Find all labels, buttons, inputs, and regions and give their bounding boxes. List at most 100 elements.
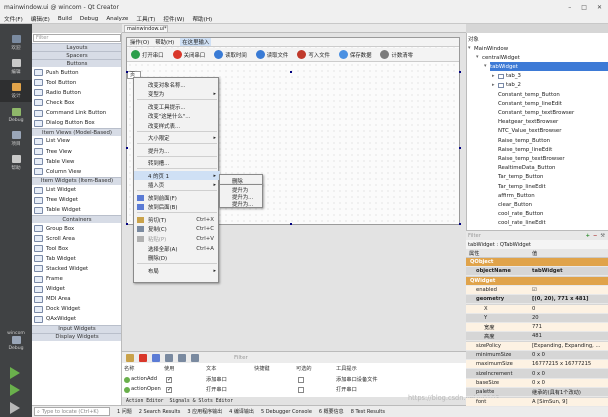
property-row[interactable]: minimumSize 0 x 0 <box>466 351 608 360</box>
selection-handle[interactable] <box>459 223 461 225</box>
tree-toggle-icon[interactable]: ▸ <box>492 73 495 79</box>
property-value[interactable]: 0 x 0 <box>532 352 545 358</box>
widget-item[interactable]: Dock Widget <box>32 304 121 314</box>
property-value[interactable]: 481 <box>532 333 542 339</box>
output-pane-button[interactable]: 4 编译输出 <box>229 408 254 415</box>
action-filter-input[interactable]: Filter <box>234 355 248 361</box>
context-menu-item[interactable]: 大小限定 ▸ <box>134 134 220 143</box>
widget-item[interactable]: Group Box <box>32 224 121 234</box>
menu-item[interactable]: 工具(T) <box>136 15 155 23</box>
object-tree-item[interactable]: cool_rate_lineEdit <box>498 219 546 228</box>
mode-3[interactable]: Debug <box>0 104 32 126</box>
property-value[interactable]: [(0, 20), 771 x 481] <box>532 296 588 302</box>
object-tree-item[interactable]: clear_Button <box>498 200 532 209</box>
action-tool-icon[interactable] <box>178 353 186 362</box>
widget-item[interactable]: List View <box>32 136 121 146</box>
menu-item[interactable]: Build <box>58 16 72 22</box>
widget-item[interactable]: Table Widget <box>32 205 121 215</box>
property-filter-input[interactable]: Filter <box>468 233 481 239</box>
object-tree-item[interactable]: tabWidget <box>490 62 608 72</box>
widget-item[interactable]: Push Button <box>32 68 121 78</box>
action-name[interactable]: actionAdd <box>131 376 157 382</box>
widget-item[interactable]: Tab Widget <box>32 254 121 264</box>
property-row[interactable]: geometry [(0, 20), 771 x 481] <box>466 295 608 305</box>
context-menu-item[interactable]: 插入页 ▸ <box>134 181 220 190</box>
widget-item[interactable]: Tree View <box>32 147 121 157</box>
selection-handle[interactable] <box>290 223 292 225</box>
output-pane-button[interactable]: 3 应用程序输出 <box>187 408 222 415</box>
object-tree-item[interactable]: centralWidget <box>482 53 520 62</box>
menu-item[interactable]: Analyze <box>106 16 128 22</box>
widget-category[interactable]: Buttons <box>32 59 121 68</box>
mode-1[interactable]: 编辑 <box>0 56 32 78</box>
widget-item[interactable]: Tree Widget <box>32 195 121 205</box>
object-tree-item[interactable]: NTC_Value_textBrowser <box>498 127 561 136</box>
context-menu-item[interactable]: 放到后面(B) <box>134 203 220 212</box>
menu-item[interactable]: 文件(F) <box>4 15 23 23</box>
widget-item[interactable]: Widget <box>32 284 121 294</box>
selection-handle[interactable] <box>126 147 128 149</box>
property-row[interactable]: sizePolicy [Expanding, Expanding, ... <box>466 341 608 351</box>
widget-category[interactable]: Containers <box>32 215 121 224</box>
widget-item[interactable]: Stacked Widget <box>32 264 121 274</box>
object-tree-item[interactable]: Constant_temp_Button <box>498 90 560 99</box>
mode-5[interactable]: 帮助 <box>0 152 32 174</box>
widget-category[interactable]: Spacers <box>32 51 121 60</box>
kit-selector[interactable]: wincom Debug <box>0 330 32 352</box>
widget-category[interactable]: Display Widgets <box>32 332 121 341</box>
widget-item[interactable]: List Widget <box>32 185 121 195</box>
action-name[interactable]: actionOpen <box>131 386 161 392</box>
widget-category[interactable]: Layouts <box>32 43 121 51</box>
action-checkable-checkbox[interactable] <box>298 387 304 393</box>
action-checkable-checkbox[interactable] <box>298 377 304 383</box>
menu-item[interactable]: 控件(W) <box>163 15 184 23</box>
context-menu-item[interactable]: 改变对象名称... <box>134 80 220 89</box>
action-tool-icon[interactable] <box>191 353 199 362</box>
action-used-checkbox[interactable] <box>166 386 172 393</box>
property-value[interactable]: 771 <box>532 324 542 330</box>
property-value[interactable]: ☑ <box>532 287 537 293</box>
property-value[interactable]: [Expanding, Expanding, ... <box>532 343 600 349</box>
context-menu-item[interactable]: 转到槽... <box>134 159 220 168</box>
property-value[interactable]: 0 x 0 <box>532 380 545 386</box>
context-menu-item[interactable]: 粘贴(P) Ctrl+V <box>134 235 220 244</box>
widget-category[interactable]: Item Views (Model-Based) <box>32 128 121 137</box>
context-menu-item[interactable]: 变型为 ▸ <box>134 90 220 99</box>
widget-category[interactable]: Item Widgets (Item-Based) <box>32 176 121 185</box>
widget-item[interactable]: Tool Button <box>32 78 121 88</box>
context-menu-item[interactable]: 改变工具提示... <box>134 102 220 111</box>
context-menu-item[interactable]: 放到前面(F) <box>134 193 220 202</box>
object-tree-item[interactable]: RealtimeData_Button <box>498 164 555 173</box>
property-value[interactable]: A [SimSun, 9] <box>532 399 568 405</box>
output-pane-button[interactable]: 1 问题 <box>117 408 132 415</box>
property-row[interactable]: font A [SimSun, 9] <box>466 397 608 407</box>
property-row[interactable]: 高度 481 <box>466 332 608 342</box>
mode-0[interactable]: 欢迎 <box>0 32 32 54</box>
property-value[interactable]: 0 <box>532 306 535 312</box>
submenu-item[interactable]: 提升为... <box>220 201 264 208</box>
context-menu-item[interactable]: 改变"这是什么"... <box>134 112 220 121</box>
context-menu-item[interactable]: 选择全部(A) Ctrl+A <box>134 244 220 253</box>
object-tree-item[interactable]: Constant_temp_textBrowser <box>498 108 574 117</box>
form-toolbar-button[interactable]: 读取时间 <box>214 50 247 59</box>
form-toolbar-button[interactable]: 打开串口 <box>131 50 164 59</box>
widget-item[interactable]: Scroll Area <box>32 234 121 244</box>
property-row[interactable]: palette 继承的(具有1个改动) <box>466 388 608 398</box>
form-toolbar-button[interactable]: 读取文件 <box>255 50 288 59</box>
debug-run-icon[interactable] <box>10 384 20 396</box>
widget-item[interactable]: Command Link Button <box>32 108 121 118</box>
context-menu-item[interactable]: 改变样式表... <box>134 121 220 130</box>
action-editor-tab[interactable]: Action Editor <box>126 399 164 404</box>
action-used-checkbox[interactable] <box>166 376 172 383</box>
locator-input[interactable]: ⌕ Type to locate (Ctrl+K) <box>34 407 110 416</box>
object-tree-item[interactable]: affirm_Button <box>498 191 535 200</box>
action-tool-icon[interactable] <box>165 353 173 362</box>
wrench-icon[interactable]: ⚒ <box>600 233 605 239</box>
object-tree-item[interactable]: Tar_temp_lineEdit <box>498 182 546 191</box>
property-row[interactable]: X0 <box>466 304 608 314</box>
widget-item[interactable]: Tool Box <box>32 244 121 254</box>
form-menu-item[interactable]: 操作(O) <box>130 38 149 46</box>
property-row[interactable]: Y 20 <box>466 314 608 323</box>
property-value[interactable]: tabWidget <box>532 268 563 274</box>
selection-handle[interactable] <box>459 147 461 149</box>
